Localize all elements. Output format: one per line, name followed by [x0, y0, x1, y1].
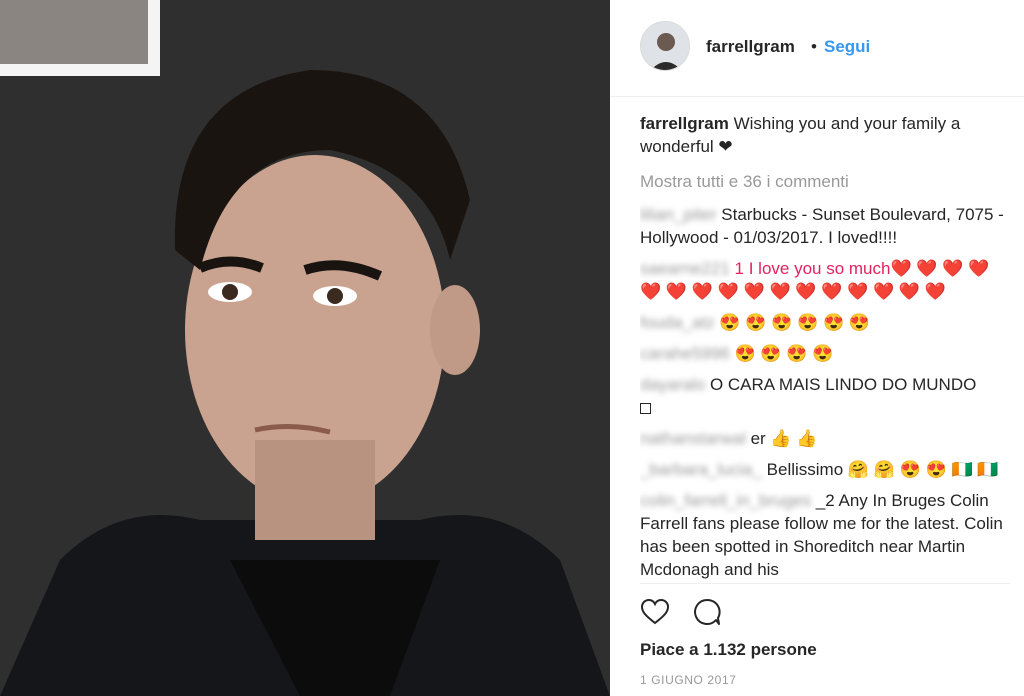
- comment-item: nathanstarwal er 👍 👍: [640, 427, 1010, 450]
- divider: [640, 583, 1010, 584]
- post-photo: [0, 0, 610, 696]
- comment-text: 😍 😍 😍 😍: [734, 344, 834, 363]
- avatar[interactable]: [640, 21, 690, 71]
- post-sidebar: farrellgram • Segui farrellgram Wishing …: [610, 0, 1024, 696]
- post-date: 1 GIUGNO 2017: [640, 673, 737, 687]
- comment-item: fouda_atz 😍 😍 😍 😍 😍 😍: [640, 311, 1010, 334]
- portrait-image: [0, 0, 610, 696]
- follow-button[interactable]: Segui: [824, 37, 870, 57]
- comment-text: er 👍 👍: [750, 429, 818, 448]
- likes-count[interactable]: Piace a 1.132 persone: [640, 640, 817, 660]
- caption: farrellgram Wishing you and your family …: [640, 112, 1010, 158]
- caption-username[interactable]: farrellgram: [640, 114, 729, 133]
- comment-username[interactable]: fouda_atz: [640, 313, 715, 332]
- comment-text: O CARA MAIS LINDO DO MUNDO: [709, 375, 977, 394]
- comment-username[interactable]: _barbara_lucia_: [640, 460, 762, 479]
- comment-username[interactable]: dayaralo: [640, 375, 705, 394]
- comment-text: 😍 😍 😍 😍 😍 😍: [719, 313, 871, 332]
- comment-item: lilian_piter Starbucks - Sunset Boulevar…: [640, 203, 1010, 249]
- comments-list[interactable]: farrellgram Wishing you and your family …: [640, 112, 1010, 582]
- speech-bubble-icon[interactable]: [692, 597, 722, 627]
- heart-outline-icon[interactable]: [640, 597, 670, 627]
- header-username[interactable]: farrellgram: [706, 37, 795, 57]
- view-all-comments-link[interactable]: Mostra tutti e 36 i commenti: [640, 170, 1010, 193]
- comment-username[interactable]: nathanstarwal: [640, 429, 746, 448]
- header-separator: •: [811, 37, 817, 56]
- comment-item: dayaralo O CARA MAIS LINDO DO MUNDO: [640, 373, 1010, 419]
- missing-glyph-icon: [640, 403, 651, 415]
- post-header: farrellgram • Segui: [610, 0, 1024, 97]
- comment-item: carahe5996 😍 😍 😍 😍: [640, 342, 1010, 365]
- comment-username[interactable]: colin_farrell_in_bruges: [640, 491, 811, 510]
- comment-username[interactable]: saearne221: [640, 259, 730, 278]
- comment-username[interactable]: carahe5996: [640, 344, 730, 363]
- comment-username[interactable]: lilian_piter: [640, 205, 717, 224]
- comment-item: _barbara_lucia_ Bellissimo 🤗 🤗 😍 😍 🇨🇮 🇨🇮: [640, 458, 1010, 481]
- comment-text: Bellissimo 🤗 🤗 😍 😍 🇨🇮 🇨🇮: [766, 460, 999, 479]
- action-bar: [640, 597, 722, 627]
- comment-item: saearne221 1 I love you so much❤️ ❤️ ❤️ …: [640, 257, 1010, 303]
- comment-item: colin_farrell_in_bruges _2 Any In Bruges…: [640, 489, 1010, 581]
- avatar-image: [641, 22, 689, 70]
